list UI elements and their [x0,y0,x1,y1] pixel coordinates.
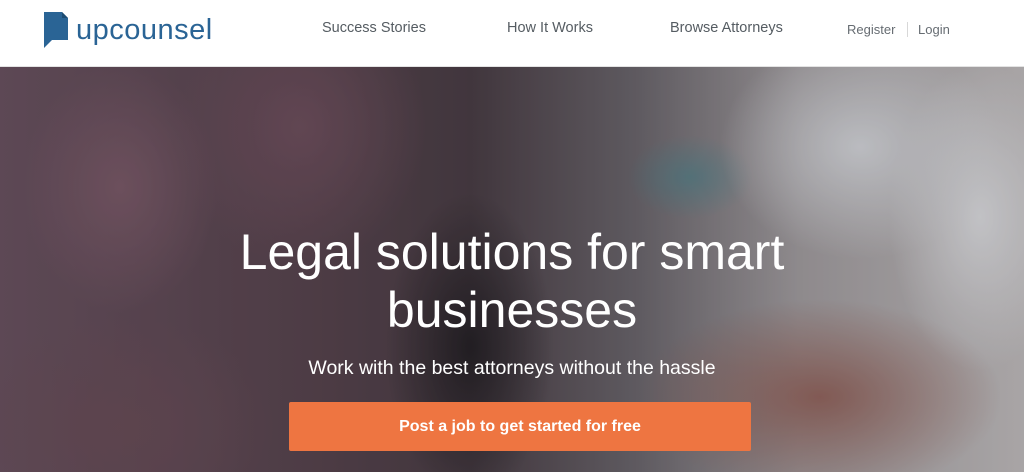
post-job-button[interactable]: Post a job to get started for free [289,402,751,451]
register-link[interactable]: Register [847,22,895,37]
nav-success-stories[interactable]: Success Stories [322,20,426,36]
nav-how-it-works[interactable]: How It Works [507,20,593,36]
upcounsel-logo-icon [44,12,68,48]
nav-browse-attorneys[interactable]: Browse Attorneys [670,20,783,36]
site-header: upcounsel Success Stories How It Works B… [0,0,1024,67]
brand-name: upcounsel [76,13,213,46]
logo-link[interactable]: upcounsel [42,8,213,52]
hero-title: Legal solutions for smart businesses [239,224,785,338]
login-link[interactable]: Login [918,22,950,37]
auth-divider [907,22,908,37]
hero-section: Legal solutions for smart businesses Wor… [0,67,1024,472]
hero-subtitle: Work with the best attorneys without the… [308,357,716,379]
